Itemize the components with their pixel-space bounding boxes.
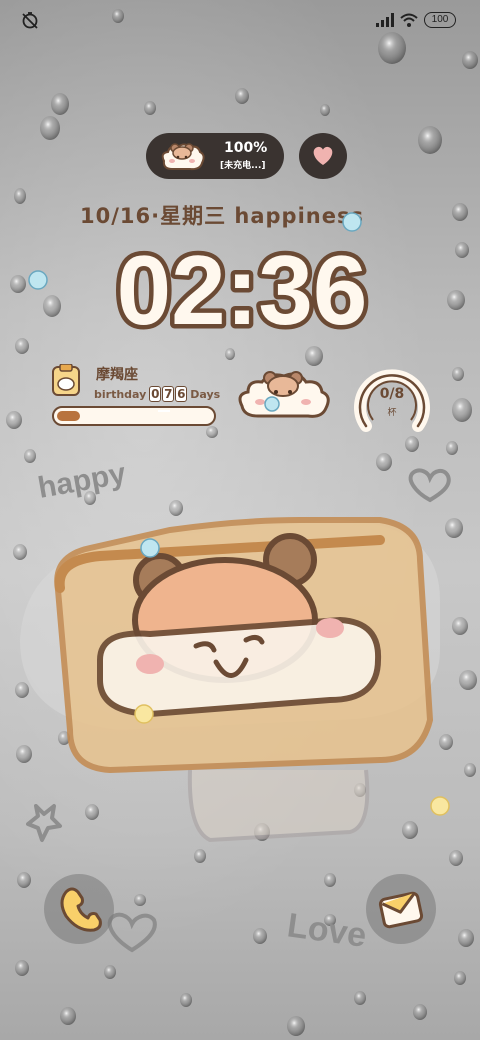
toast-bear-wallpaper-art: happy bbox=[20, 457, 451, 843]
message-shortcut-button[interactable] bbox=[366, 874, 436, 944]
phone-shortcut-button[interactable] bbox=[44, 874, 114, 944]
phone-icon bbox=[60, 887, 102, 932]
bubble-decor bbox=[28, 212, 362, 290]
heart-outline-icon bbox=[107, 912, 157, 953]
heart-outline-icon bbox=[408, 468, 451, 503]
happy-text: happy bbox=[35, 457, 128, 505]
sparkle-star-icon bbox=[26, 804, 62, 842]
message-icon bbox=[378, 891, 424, 929]
love-text: Love bbox=[285, 906, 369, 955]
